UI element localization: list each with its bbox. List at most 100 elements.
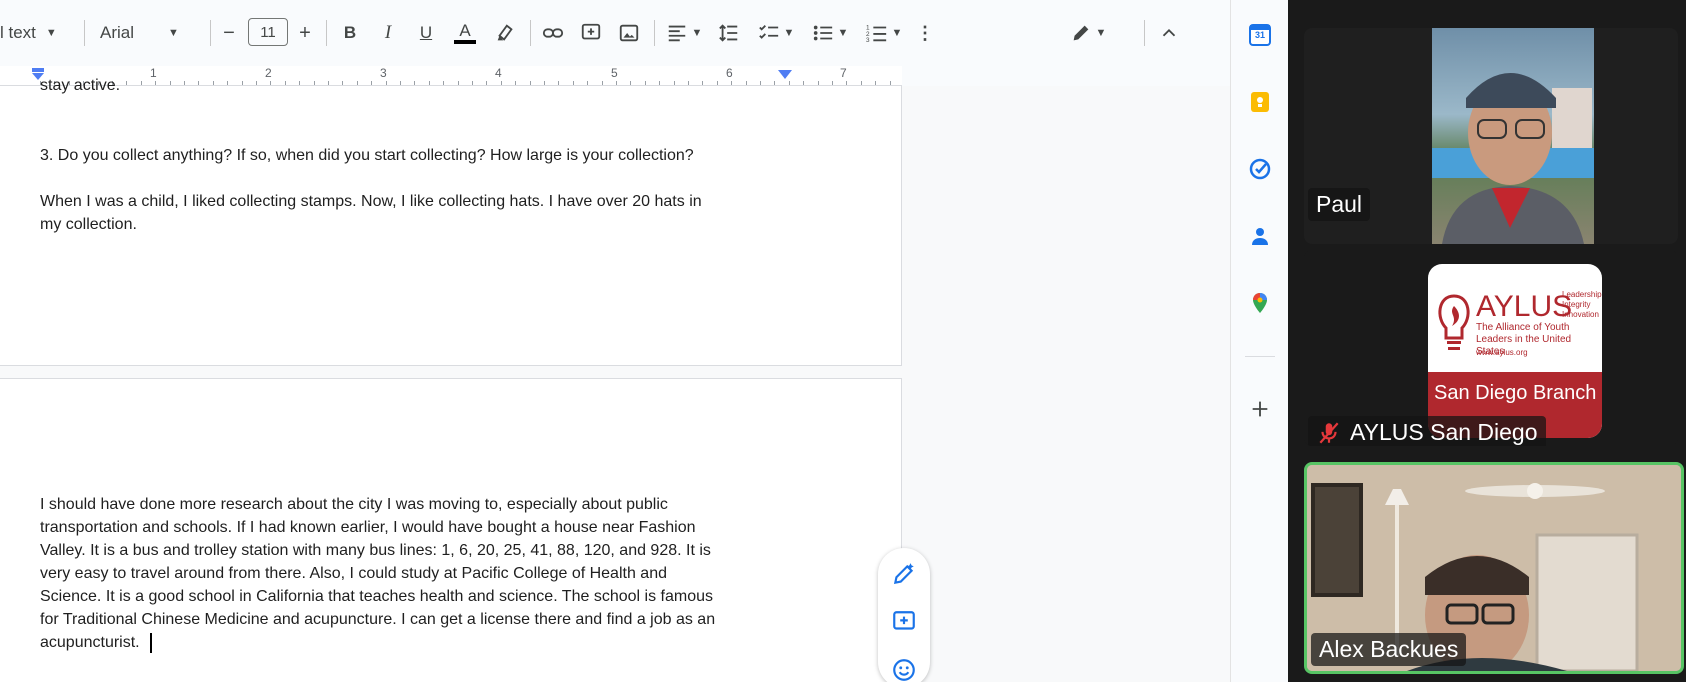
toolbar-divider bbox=[530, 20, 531, 46]
toolbar-divider bbox=[1144, 20, 1145, 46]
editing-mode-dropdown[interactable]: ▼ bbox=[1066, 16, 1110, 50]
link-icon bbox=[542, 28, 564, 38]
suggest-edits-button[interactable] bbox=[890, 560, 918, 588]
decrease-font-size-button[interactable]: − bbox=[218, 16, 240, 50]
line-spacing-icon bbox=[719, 24, 738, 42]
participant-tile-alex[interactable]: Alex Backues bbox=[1304, 462, 1684, 674]
participant-name: AYLUS San Diego bbox=[1350, 419, 1538, 445]
video-call-panel: Paul AYLUS Leadership Integrity Innovati… bbox=[1288, 0, 1686, 682]
logo-tagline: Integrity bbox=[1562, 300, 1591, 309]
calendar-button[interactable]: 31 bbox=[1245, 20, 1275, 50]
more-vert-icon: ⋮ bbox=[916, 23, 934, 43]
plus-icon: + bbox=[299, 21, 311, 44]
keep-icon bbox=[1251, 92, 1269, 112]
get-addons-button[interactable] bbox=[1245, 394, 1275, 424]
chevron-up-icon bbox=[1162, 28, 1176, 37]
add-emoji-button[interactable] bbox=[890, 656, 918, 682]
participant-name-box: AYLUS San Diego bbox=[1308, 416, 1546, 446]
participant-tile-aylus[interactable]: AYLUS Leadership Integrity Innovation Th… bbox=[1304, 250, 1678, 446]
paragraph-line: transportation and schools. If I had kno… bbox=[40, 519, 696, 536]
microphone-muted-icon bbox=[1319, 422, 1339, 443]
google-docs-window: l text ▼ Arial ▼ − 11 + B I U A ▼ ▼ ▼ 1 … bbox=[0, 0, 1288, 682]
maps-button[interactable] bbox=[1245, 288, 1275, 318]
participant-tile-paul[interactable]: Paul bbox=[1304, 28, 1678, 244]
contacts-button[interactable] bbox=[1245, 221, 1275, 251]
tasks-icon bbox=[1249, 158, 1271, 180]
increase-font-size-button[interactable]: + bbox=[294, 16, 316, 50]
ruler-tick bbox=[860, 81, 862, 85]
document-page[interactable]: stay active. 3. Do you collect anything?… bbox=[0, 77, 902, 366]
person-silhouette-icon bbox=[1432, 73, 1594, 244]
floating-actions bbox=[878, 548, 930, 682]
chevron-down-icon: ▼ bbox=[837, 27, 849, 39]
ruler-tick bbox=[832, 81, 833, 85]
font-size-input[interactable]: 11 bbox=[248, 18, 288, 46]
chevron-down-icon: ▼ bbox=[691, 27, 703, 39]
underline-icon: U bbox=[419, 23, 433, 42]
highlighter-icon bbox=[497, 24, 513, 41]
numbered-list-dropdown[interactable]: 123 ▼ bbox=[862, 16, 906, 50]
paragraph-line: I should have done more research about t… bbox=[40, 496, 668, 513]
logo-tagline: Innovation bbox=[1562, 310, 1599, 319]
side-panel: 31 bbox=[1230, 0, 1288, 682]
keep-button[interactable] bbox=[1245, 87, 1275, 117]
text-cursor bbox=[150, 633, 152, 653]
font-dropdown[interactable]: Arial ▼ bbox=[100, 16, 196, 50]
participant-name: Paul bbox=[1308, 188, 1371, 221]
svg-text:3: 3 bbox=[866, 37, 870, 44]
image-icon bbox=[619, 24, 639, 42]
bulleted-list-dropdown[interactable]: ▼ bbox=[808, 16, 852, 50]
participant-name: Alex Backues bbox=[1311, 633, 1467, 666]
docs-toolbar: l text ▼ Arial ▼ − 11 + B I U A ▼ ▼ ▼ 1 … bbox=[0, 0, 1288, 66]
logo-brand: AYLUS bbox=[1476, 290, 1573, 323]
italic-button[interactable]: I bbox=[376, 16, 400, 50]
chevron-down-icon: ▼ bbox=[783, 27, 795, 39]
document-page[interactable]: I should have done more research about t… bbox=[0, 378, 902, 682]
add-comment-icon bbox=[893, 611, 915, 630]
style-dropdown[interactable]: l text ▼ bbox=[0, 16, 72, 50]
add-icon bbox=[1252, 401, 1268, 417]
insert-image-button[interactable] bbox=[616, 16, 642, 50]
ruler-number: 7 bbox=[840, 66, 847, 80]
bold-button[interactable]: B bbox=[338, 16, 362, 50]
line-spacing-button[interactable] bbox=[716, 16, 742, 50]
toolbar-divider bbox=[326, 20, 327, 46]
text-color-button[interactable]: A bbox=[452, 16, 478, 50]
chevron-down-icon: ▼ bbox=[168, 27, 179, 39]
add-comment-button[interactable] bbox=[890, 608, 918, 636]
align-left-icon bbox=[668, 25, 685, 42]
minus-icon: − bbox=[223, 21, 235, 44]
video-feed bbox=[1432, 28, 1594, 244]
italic-icon: I bbox=[384, 22, 392, 43]
checklist-dropdown[interactable]: ▼ bbox=[754, 16, 798, 50]
style-label: l text bbox=[0, 23, 36, 42]
more-options-button[interactable]: ⋮ bbox=[916, 16, 934, 50]
paragraph-line: for Traditional Chinese Medicine and acu… bbox=[40, 611, 716, 628]
aylus-logo: AYLUS Leadership Integrity Innovation Th… bbox=[1428, 264, 1602, 438]
ruler-tick bbox=[846, 81, 848, 85]
logo-url: www.aylus.org bbox=[1476, 348, 1528, 357]
ruler-tick bbox=[889, 81, 891, 85]
insert-link-button[interactable] bbox=[540, 16, 566, 50]
paragraph-line: Science. It is a good school in Californ… bbox=[40, 588, 713, 605]
insert-comment-button[interactable] bbox=[578, 16, 604, 50]
calendar-day: 31 bbox=[1254, 30, 1265, 40]
underline-button[interactable]: U bbox=[414, 16, 438, 50]
toolbar-divider bbox=[84, 20, 85, 46]
font-name: Arial bbox=[100, 23, 135, 42]
ruler-tick bbox=[817, 81, 819, 85]
tasks-button[interactable] bbox=[1245, 154, 1275, 184]
numbered-list-icon: 123 bbox=[866, 24, 886, 44]
question-paragraph: 3. Do you collect anything? If so, when … bbox=[40, 147, 694, 164]
paragraph-line: Valley. It is a bus and trolley station … bbox=[40, 542, 711, 559]
logo-tagline: Leadership bbox=[1562, 290, 1602, 299]
pencil-icon bbox=[1073, 25, 1088, 41]
align-dropdown[interactable]: ▼ bbox=[664, 16, 704, 50]
checklist-icon bbox=[758, 25, 778, 39]
hide-menus-button[interactable] bbox=[1158, 16, 1180, 50]
side-panel-divider bbox=[1245, 356, 1275, 357]
logo-branch: San Diego Branch bbox=[1434, 382, 1597, 404]
text-color-swatch bbox=[454, 40, 476, 44]
bulleted-list-icon bbox=[813, 25, 832, 41]
highlight-color-button[interactable] bbox=[492, 16, 518, 50]
